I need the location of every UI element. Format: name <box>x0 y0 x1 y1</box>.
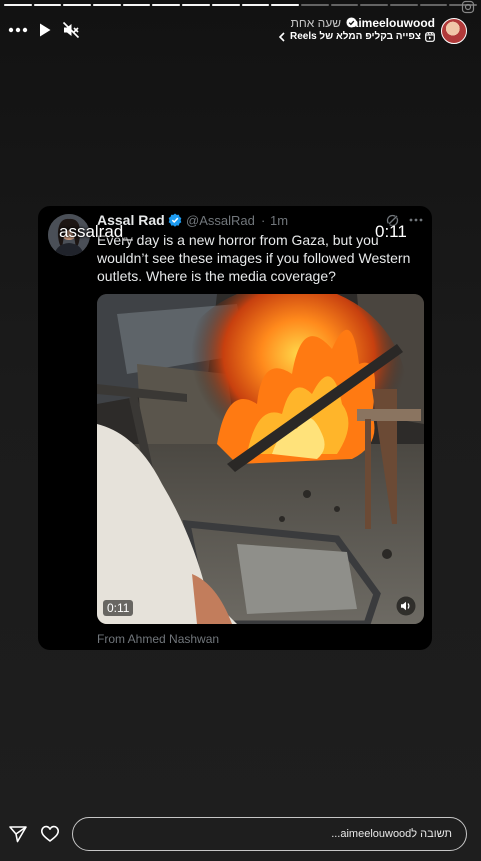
progress-segment <box>300 4 329 6</box>
reels-link-label: צפייה בקליפ המלא של Reels <box>289 31 421 42</box>
reels-link[interactable]: צפייה בקליפ המלא של Reels <box>278 31 435 42</box>
progress-segment-fill <box>33 4 62 6</box>
chevron-left-icon <box>278 31 285 42</box>
progress-segment <box>93 4 121 6</box>
overlay-username: assalrad_ <box>59 222 133 241</box>
progress-segment <box>271 4 299 6</box>
progress-segment <box>241 4 270 6</box>
more-icon[interactable] <box>8 24 28 36</box>
reels-icon <box>425 31 435 42</box>
tweet-separator: · <box>261 213 266 228</box>
tweet-time-ago: 1m <box>270 213 289 228</box>
progress-segment-fill <box>122 4 151 6</box>
progress-segment-fill <box>4 4 32 6</box>
story-viewer[interactable]: aimeelouwood שעה אחת צפייה בקליפ המלא של… <box>0 0 481 861</box>
progress-segment <box>389 4 418 6</box>
progress-segment <box>419 4 448 6</box>
story-time-ago: שעה אחת <box>290 16 341 30</box>
avatar[interactable] <box>441 18 467 44</box>
progress-segment-fill <box>93 4 121 6</box>
tweet-author-handle[interactable]: @AssalRad <box>186 213 255 228</box>
progress-segment <box>360 4 388 6</box>
overlay-timer: 0:11 <box>375 222 407 241</box>
progress-segment <box>63 4 92 6</box>
progress-segment <box>122 4 151 6</box>
volume-icon[interactable] <box>396 596 416 616</box>
progress-segment-fill <box>152 4 181 6</box>
progress-segment <box>330 4 359 6</box>
tweet-attribution: From Ahmed Nashwan <box>97 632 220 646</box>
progress-segment <box>4 4 32 6</box>
progress-segment-fill <box>211 4 240 6</box>
heart-icon[interactable] <box>40 824 60 844</box>
verified-icon <box>346 17 357 28</box>
progress-segment-fill <box>182 4 210 6</box>
mute-icon[interactable] <box>62 21 80 39</box>
progress-segment-fill <box>271 4 299 6</box>
progress-segment <box>33 4 62 6</box>
window-icon[interactable] <box>461 0 475 14</box>
more-icon <box>409 218 423 222</box>
play-icon[interactable] <box>38 22 52 38</box>
story-progress-bar <box>4 4 477 8</box>
send-icon[interactable] <box>8 824 28 844</box>
progress-segment-fill <box>241 4 270 6</box>
progress-segment <box>182 4 210 6</box>
reply-input[interactable] <box>72 817 467 851</box>
video-duration: 0:11 <box>103 600 134 616</box>
story-username[interactable]: aimeelouwood <box>352 16 435 30</box>
progress-segment <box>152 4 181 6</box>
progress-segment-fill <box>63 4 92 6</box>
verified-icon <box>168 213 182 227</box>
tweet-card: Assal Rad @AssalRad · 1m Every day is a … <box>38 206 432 650</box>
tweet-video: 0:11 <box>97 294 424 624</box>
explosion-scene-image <box>97 294 424 624</box>
progress-segment <box>211 4 240 6</box>
